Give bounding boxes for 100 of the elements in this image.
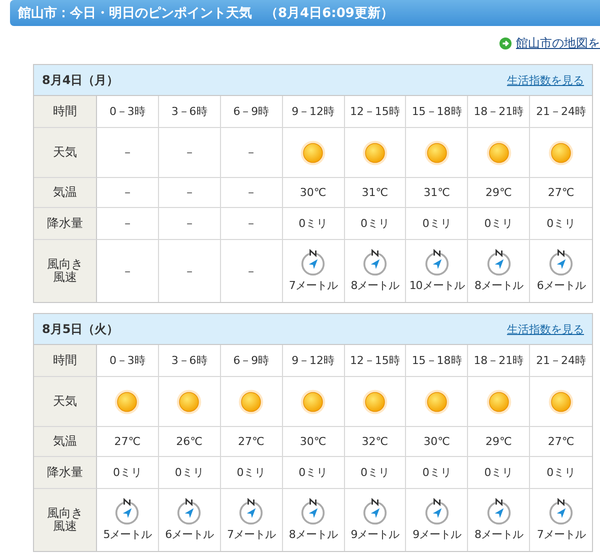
precipitation-cell: 0ミリ xyxy=(406,457,468,489)
temperature-cell: 31℃ xyxy=(344,178,406,208)
wind-speed: 8メートル xyxy=(474,278,523,293)
row-label: 風向き xyxy=(47,506,83,520)
sun-icon xyxy=(114,388,140,414)
temperature-cell: 32℃ xyxy=(344,427,406,457)
wind-compass-icon xyxy=(362,249,388,277)
time-cell: 15－18時 xyxy=(406,96,468,128)
row-label: 降水量 xyxy=(34,208,97,240)
wind-speed: 8メートル xyxy=(350,278,400,293)
time-cell: 3－6時 xyxy=(158,96,221,128)
wind-speed: 7メートル xyxy=(226,527,276,542)
wind-compass-icon xyxy=(362,498,388,526)
map-link[interactable]: 館山市の地図を xyxy=(516,34,600,52)
wind-speed: 8メートル xyxy=(474,527,523,542)
wind-speed: 5メートル xyxy=(103,527,152,542)
row-label: 風向き xyxy=(47,258,83,271)
row-label: 気温 xyxy=(34,427,97,457)
temperature-cell: 30℃ xyxy=(282,427,344,457)
precipitation-cell: 0ミリ xyxy=(97,457,159,489)
sun-icon xyxy=(548,388,574,414)
temperature-cell: 29℃ xyxy=(468,427,530,457)
precipitation-cell: 0ミリ xyxy=(220,457,283,489)
precipitation-cell: 0ミリ xyxy=(406,208,468,240)
time-cell: 21－24時 xyxy=(530,96,592,128)
wind-speed: 10メートル xyxy=(409,278,464,293)
row-label: 気温 xyxy=(34,178,97,208)
precipitation-cell: 0ミリ xyxy=(468,457,530,489)
time-cell: 3－6時 xyxy=(158,345,221,377)
wind-compass-icon xyxy=(548,498,574,526)
sun-icon xyxy=(486,140,512,166)
sun-icon xyxy=(362,140,388,166)
row-label: 天気 xyxy=(34,128,97,178)
sun-icon xyxy=(300,140,326,166)
time-cell: 0－3時 xyxy=(97,345,159,377)
precipitation-cell: 0ミリ xyxy=(530,457,592,489)
time-cell: 18－21時 xyxy=(468,345,530,377)
time-cell: 0－3時 xyxy=(97,96,159,128)
wind-speed: 7メートル xyxy=(536,527,586,542)
precipitation-cell: 0ミリ xyxy=(282,208,344,240)
temperature-cell: － xyxy=(158,178,221,208)
time-cell: 12－15時 xyxy=(344,345,406,377)
row-label: 降水量 xyxy=(34,457,97,489)
row-label: 風速 xyxy=(53,520,77,534)
precipitation-cell: 0ミリ xyxy=(282,457,344,489)
row-label: 風速 xyxy=(53,271,77,284)
precipitation-cell: 0ミリ xyxy=(344,208,406,240)
page-title: 館山市：今日・明日のピンポイント天気 （8月4日6:09更新） xyxy=(18,4,394,22)
temperature-cell: － xyxy=(220,178,283,208)
day-date: 8月4日（月） xyxy=(42,72,119,88)
wind-compass-icon xyxy=(176,498,202,526)
wind-compass-icon xyxy=(424,498,450,526)
temperature-cell: 27℃ xyxy=(530,427,592,457)
wind-compass-icon xyxy=(238,498,264,526)
sun-icon xyxy=(176,388,202,414)
wind-speed: 7メートル xyxy=(288,278,338,293)
wind-compass-icon xyxy=(424,249,450,277)
sun-icon xyxy=(486,388,512,414)
temperature-cell: 27℃ xyxy=(220,427,283,457)
wind-cell: － xyxy=(184,264,195,278)
wind-speed: 6メートル xyxy=(165,527,214,542)
temperature-cell: － xyxy=(97,178,159,208)
time-cell: 9－12時 xyxy=(282,96,344,128)
day-date: 8月5日（火） xyxy=(42,320,119,338)
precipitation-cell: － xyxy=(158,208,221,240)
temperature-cell: 27℃ xyxy=(530,178,592,208)
wind-compass-icon xyxy=(300,249,326,277)
time-cell: 6－9時 xyxy=(220,96,283,128)
wind-compass-icon xyxy=(486,249,512,277)
time-cell: 6－9時 xyxy=(220,345,283,377)
sun-icon xyxy=(238,388,264,414)
weather-cell: － xyxy=(246,145,257,160)
precipitation-cell: 0ミリ xyxy=(158,457,221,489)
time-cell: 21－24時 xyxy=(530,345,592,377)
weather-cell: － xyxy=(184,145,195,160)
temperature-cell: 30℃ xyxy=(282,178,344,208)
temperature-cell: 31℃ xyxy=(406,178,468,208)
wind-compass-icon xyxy=(114,498,140,526)
sun-icon xyxy=(548,140,574,166)
temperature-cell: 29℃ xyxy=(468,178,530,208)
wind-compass-icon xyxy=(300,498,326,526)
precipitation-cell: － xyxy=(220,208,283,240)
sun-icon xyxy=(300,388,326,414)
sun-icon xyxy=(362,388,388,414)
index-link[interactable]: 生活指数を見る xyxy=(507,72,584,88)
time-cell: 15－18時 xyxy=(406,345,468,377)
wind-speed: 6メートル xyxy=(536,278,586,293)
precipitation-cell: 0ミリ xyxy=(468,208,530,240)
wind-speed: 9メートル xyxy=(350,527,400,542)
temperature-cell: 27℃ xyxy=(97,427,159,457)
precipitation-cell: － xyxy=(97,208,159,240)
index-link[interactable]: 生活指数を見る xyxy=(507,322,584,336)
wind-speed: 8メートル xyxy=(288,527,338,542)
temperature-cell: 26℃ xyxy=(158,427,221,457)
wind-cell: － xyxy=(122,264,133,278)
time-cell: 12－15時 xyxy=(344,96,406,128)
temperature-cell: 30℃ xyxy=(406,427,468,457)
wind-speed: 9メートル xyxy=(412,527,462,542)
sun-icon xyxy=(424,140,450,166)
time-cell: 9－12時 xyxy=(282,345,344,377)
